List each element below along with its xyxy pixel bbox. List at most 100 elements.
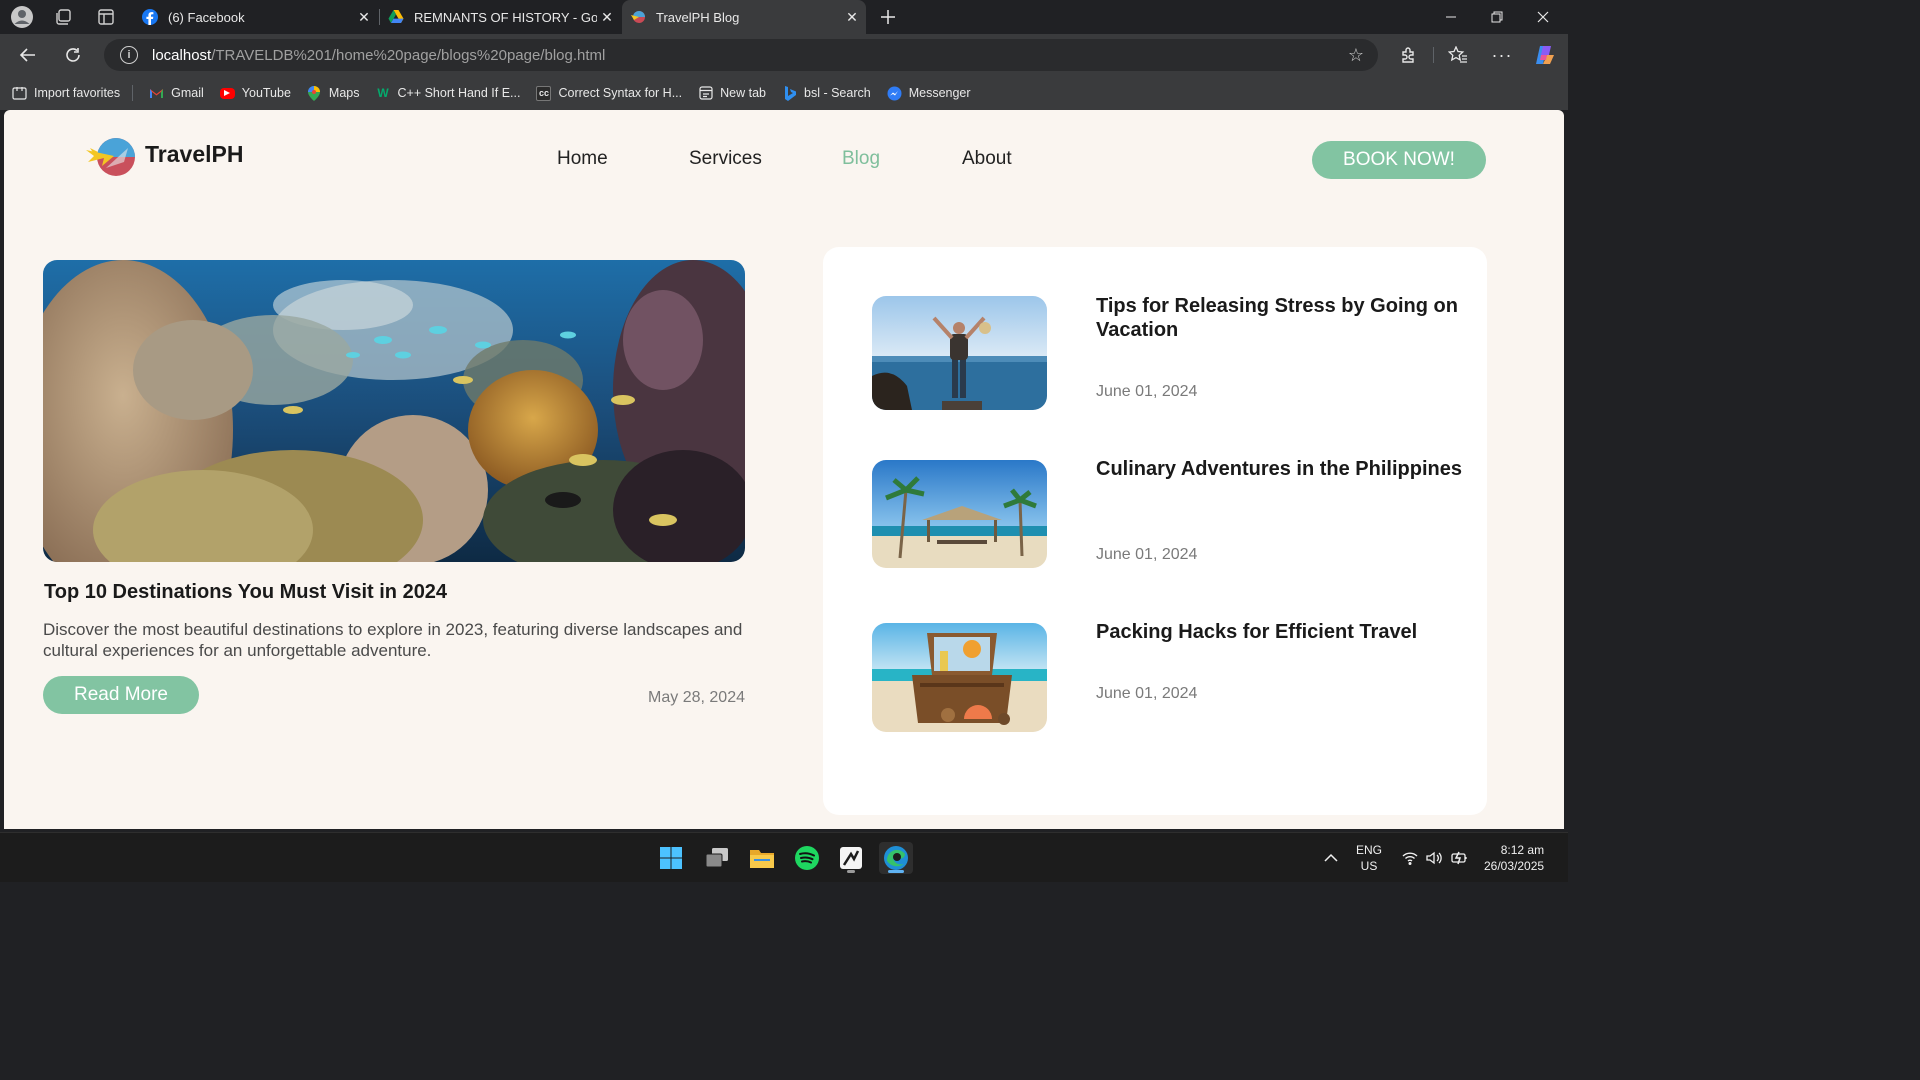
messenger-icon: [887, 86, 902, 101]
bookmark-label: C++ Short Hand If E...: [397, 86, 521, 100]
extensions-icon[interactable]: [1396, 43, 1420, 67]
copilot-icon[interactable]: [1533, 43, 1557, 67]
toolbar-divider: [1433, 47, 1434, 63]
profile-icon[interactable]: [10, 5, 34, 29]
system-clock[interactable]: 8:12 am 26/03/2025: [1484, 833, 1544, 883]
refresh-icon[interactable]: [61, 43, 85, 67]
post-title[interactable]: Culinary Adventures in the Philippines: [1096, 457, 1466, 481]
running-indicator: [847, 870, 855, 873]
spotify-icon[interactable]: [790, 842, 824, 874]
region-label: US: [1360, 859, 1378, 873]
post-title[interactable]: Packing Hacks for Efficient Travel: [1096, 620, 1466, 644]
beach-hut-image[interactable]: [872, 460, 1047, 568]
featured-post-date: May 28, 2024: [648, 689, 745, 706]
brand-name[interactable]: TravelPH: [145, 141, 243, 168]
bookmark-import-favorites[interactable]: Import favorites: [12, 86, 120, 101]
vertical-tabs-icon[interactable]: [94, 5, 118, 29]
url-host: localhost: [152, 46, 212, 64]
tab-facebook[interactable]: (6) Facebook ✕: [134, 0, 378, 34]
bookmark-label: Import favorites: [34, 86, 121, 100]
task-view-icon[interactable]: [700, 842, 734, 874]
language-label: ENG: [1356, 843, 1383, 857]
url-path: /TRAVELDB%201/home%20page/blogs%20page/b…: [211, 46, 606, 64]
nav-about[interactable]: About: [962, 148, 1012, 170]
close-window-icon[interactable]: [1520, 0, 1566, 34]
edge-icon[interactable]: [879, 842, 913, 874]
import-icon: [12, 86, 27, 101]
gmail-icon: [149, 86, 164, 101]
windows-taskbar: ENG US 8:12 am 26/03/2025: [0, 832, 1568, 882]
beach-suitcase-image[interactable]: [872, 623, 1047, 732]
bookmark-cpp-shorthand[interactable]: W C++ Short Hand If E...: [376, 86, 521, 101]
clock-time: 8:12 am: [1500, 843, 1545, 857]
post-date: June 01, 2024: [1096, 383, 1198, 400]
new-tab-icon: [698, 86, 713, 101]
bookmarks-bar: Import favorites Gmail YouTube Maps W C+…: [0, 76, 1568, 110]
more-options-icon[interactable]: ···: [1490, 43, 1514, 67]
input-language[interactable]: ENG US: [1356, 833, 1382, 883]
bookmark-messenger[interactable]: Messenger: [887, 86, 971, 101]
facebook-icon: [142, 9, 158, 25]
tab-google-drive[interactable]: REMNANTS OF HISTORY - Google Drive ✕: [380, 0, 621, 34]
favorites-icon[interactable]: [1446, 43, 1470, 67]
post-title[interactable]: Tips for Releasing Stress by Going on Va…: [1096, 294, 1466, 342]
windows-start-icon[interactable]: [654, 842, 688, 874]
bookmark-label: Messenger: [908, 86, 971, 100]
page-viewport: TravelPH Home Services Blog About BOOK N…: [4, 110, 1564, 829]
browser-tab-bar: (6) Facebook ✕ REMNANTS OF HISTORY - Goo…: [0, 0, 1568, 34]
close-tab-icon[interactable]: ✕: [842, 9, 862, 26]
address-bar[interactable]: i localhost/TRAVELDB%201/home%20page/blo…: [104, 39, 1378, 71]
tab-travelph-blog[interactable]: TravelPH Blog ✕: [622, 0, 866, 34]
book-now-button[interactable]: BOOK NOW!: [1312, 141, 1486, 179]
show-hidden-icons-icon[interactable]: [1324, 833, 1338, 883]
bookmark-divider: [132, 85, 134, 101]
workspaces-icon[interactable]: [51, 5, 75, 29]
google-drive-icon: [388, 10, 404, 23]
traveler-by-sea-image[interactable]: [872, 296, 1047, 410]
volume-icon[interactable]: [1426, 833, 1442, 883]
file-explorer-icon[interactable]: [745, 842, 779, 874]
bookmark-bing-search[interactable]: bsl - Search: [782, 85, 871, 101]
close-tab-icon[interactable]: ✕: [597, 9, 617, 26]
favorite-star-icon[interactable]: ☆: [1348, 45, 1364, 66]
bookmark-label: Gmail: [171, 86, 204, 100]
bookmark-label: bsl - Search: [804, 86, 871, 100]
bookmark-youtube[interactable]: YouTube: [219, 86, 291, 100]
minimize-icon[interactable]: [1428, 0, 1474, 34]
restore-icon[interactable]: [1474, 0, 1520, 34]
bookmark-label: New tab: [720, 86, 766, 100]
bookmark-label: Maps: [328, 86, 360, 100]
youtube-icon: [219, 87, 235, 99]
bookmark-maps[interactable]: Maps: [307, 85, 360, 101]
featured-post-description: Discover the most beautiful destinations…: [43, 620, 743, 660]
bookmark-new-tab[interactable]: New tab: [698, 86, 766, 101]
recent-posts-panel: Tips for Releasing Stress by Going on Va…: [823, 247, 1487, 815]
app-icon[interactable]: [834, 842, 868, 874]
bing-icon: [782, 85, 797, 101]
url-text[interactable]: localhost/TRAVELDB%201/home%20page/blogs…: [152, 47, 605, 64]
battery-icon[interactable]: [1451, 833, 1469, 883]
wifi-icon[interactable]: [1402, 833, 1418, 883]
featured-post-title[interactable]: Top 10 Destinations You Must Visit in 20…: [44, 581, 447, 604]
cc-icon: cc: [536, 85, 552, 101]
new-tab-plus-icon[interactable]: [876, 5, 900, 29]
bookmark-correct-syntax[interactable]: cc Correct Syntax for H...: [536, 85, 683, 101]
post-date: June 01, 2024: [1096, 685, 1198, 702]
browser-toolbar: i localhost/TRAVELDB%201/home%20page/blo…: [0, 34, 1568, 76]
site-info-icon[interactable]: i: [120, 46, 138, 64]
read-more-button[interactable]: Read More: [43, 676, 199, 714]
close-tab-icon[interactable]: ✕: [354, 9, 374, 26]
coral-reef-image[interactable]: [43, 260, 745, 562]
w3schools-icon: W: [377, 86, 389, 100]
nav-services[interactable]: Services: [689, 148, 762, 170]
travelph-logo-icon[interactable]: [84, 136, 136, 178]
nav-home[interactable]: Home: [557, 148, 608, 170]
nav-blog[interactable]: Blog: [842, 148, 880, 170]
bookmark-label: Correct Syntax for H...: [558, 86, 683, 100]
clock-date: 26/03/2025: [1484, 859, 1545, 873]
tab-title: TravelPH Blog: [656, 9, 740, 25]
bookmark-gmail[interactable]: Gmail: [149, 86, 204, 101]
back-icon[interactable]: [16, 43, 40, 67]
maps-icon: [307, 85, 322, 101]
travelph-icon: [631, 11, 645, 23]
